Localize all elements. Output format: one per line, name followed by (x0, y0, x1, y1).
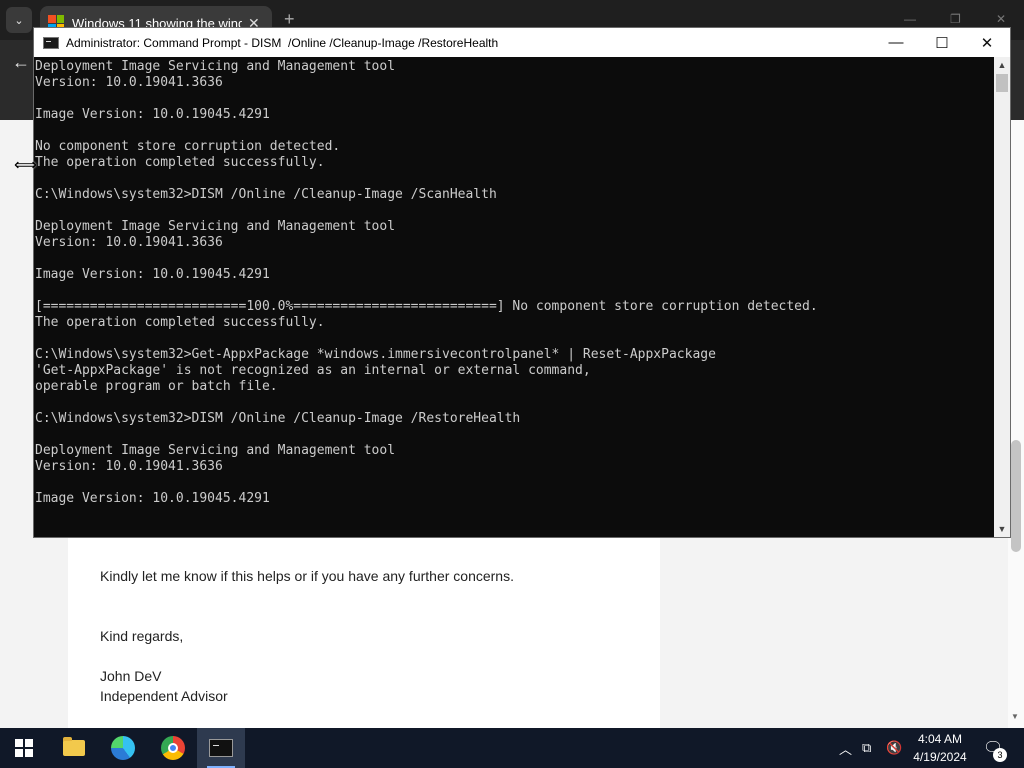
network-icon[interactable]: ⧉ (862, 728, 871, 768)
tab-list-button[interactable]: ⌄ (6, 7, 32, 33)
notification-count-badge: 3 (993, 748, 1007, 762)
console-line: The operation completed successfully. (35, 155, 325, 170)
scroll-up-arrow-icon[interactable]: ▲ (994, 57, 1010, 73)
console-output[interactable]: Deployment Image Servicing and Managemen… (34, 57, 994, 537)
minimize-button[interactable]: — (873, 28, 919, 57)
resize-cursor-icon: ⟺ (14, 157, 37, 174)
back-arrow-icon[interactable]: ← (12, 52, 30, 73)
taskbar-command-prompt[interactable] (197, 728, 245, 768)
page-scroll-down-arrow-icon[interactable]: ▼ (1011, 712, 1019, 721)
console-line: 'Get-AppxPackage' is not recognized as a… (35, 363, 591, 378)
cmd-scroll-thumb[interactable] (996, 74, 1008, 92)
edge-browser-icon (111, 736, 135, 760)
page-scroll-thumb[interactable] (1011, 440, 1021, 552)
browser-minimize-icon[interactable]: — (904, 12, 916, 26)
console-line: No component store corruption detected. (35, 139, 341, 154)
taskbar-edge[interactable] (99, 728, 147, 768)
console-line: Deployment Image Servicing and Managemen… (35, 443, 396, 458)
show-hidden-icons-chevron-icon[interactable]: ︿ (839, 728, 852, 768)
volume-muted-icon[interactable]: 🔇 (886, 728, 902, 768)
console-line: Image Version: 10.0.19045.4291 (35, 267, 270, 282)
console-line: C:\Windows\system32>Get-AppxPackage *win… (35, 347, 716, 362)
taskbar-chrome[interactable] (149, 728, 197, 768)
console-line: Version: 10.0.19041.3636 (35, 235, 223, 250)
command-prompt-window[interactable]: Administrator: Command Prompt - DISM /On… (33, 27, 1011, 538)
cmd-scrollbar[interactable]: ▲ ▼ (994, 57, 1010, 537)
author-title: Independent Advisor (100, 688, 228, 704)
console-line: Deployment Image Servicing and Managemen… (35, 59, 396, 74)
console-line: Image Version: 10.0.19045.4291 (35, 107, 270, 122)
clock-date: 4/19/2024 (913, 750, 967, 764)
console-line: [==========================100.0%=======… (35, 299, 818, 314)
browser-close-icon[interactable]: ✕ (996, 12, 1006, 26)
cmd-window-title: Administrator: Command Prompt - DISM /On… (66, 35, 499, 50)
clock-time: 4:04 AM (917, 732, 963, 746)
console-line: Image Version: 10.0.19045.4291 (35, 491, 270, 506)
browser-restore-icon[interactable]: ❐ (950, 12, 961, 26)
folder-icon (63, 737, 85, 756)
clock[interactable]: 4:04 AM 4/19/2024 (902, 730, 978, 766)
close-button[interactable]: ✕ (964, 28, 1010, 57)
console-line: The operation completed successfully. (35, 315, 325, 330)
maximize-button[interactable]: ☐ (919, 28, 965, 57)
taskbar-file-explorer[interactable] (50, 728, 98, 768)
scroll-down-arrow-icon[interactable]: ▼ (994, 521, 1010, 537)
command-prompt-icon (43, 36, 59, 49)
cmd-title-bar[interactable]: Administrator: Command Prompt - DISM /On… (34, 28, 1010, 57)
reply-text-line: Kindly let me know if this helps or if y… (100, 568, 514, 584)
console-line: C:\Windows\system32>DISM /Online /Cleanu… (35, 187, 497, 202)
desktop-screen: ⌄ Windows 11 showing the wind ✕ + — ❐ ✕ … (0, 0, 1024, 768)
author-name: John DeV (100, 668, 162, 684)
command-prompt-icon (209, 739, 233, 757)
console-line: Version: 10.0.19041.3636 (35, 459, 223, 474)
console-line: Deployment Image Servicing and Managemen… (35, 219, 396, 234)
windows-start-icon (15, 739, 33, 757)
start-button[interactable] (0, 728, 48, 768)
reply-closing: Kind regards, (100, 628, 184, 644)
chrome-browser-icon (161, 736, 185, 760)
console-line: Version: 10.0.19041.3636 (35, 75, 223, 90)
chevron-down-icon: ⌄ (14, 14, 24, 27)
console-line: operable program or batch file. (35, 379, 278, 394)
console-line: C:\Windows\system32>DISM /Online /Cleanu… (35, 411, 521, 426)
taskbar: ︿ ⧉ 🔇 4:04 AM 4/19/2024 🗨 (0, 728, 1024, 768)
